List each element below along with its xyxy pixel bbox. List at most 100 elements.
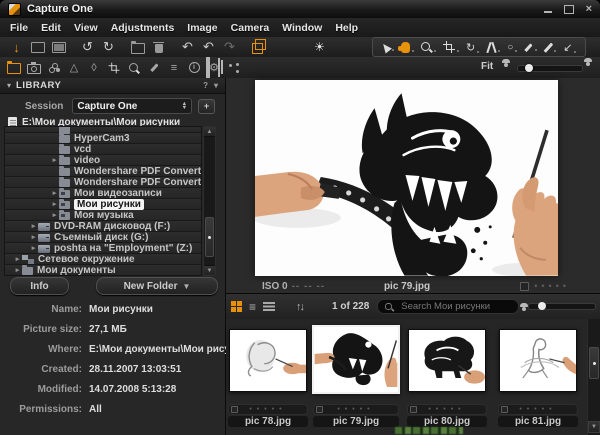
straighten-tool[interactable] [486, 42, 500, 53]
thumbnail-rating[interactable]: ••••• [407, 404, 487, 415]
main-image[interactable] [255, 80, 558, 276]
menu-adjustments[interactable]: Adjustments [111, 22, 175, 34]
tree-item[interactable]: ▸ Мои видеозаписи [5, 188, 201, 199]
rotate-ccw-icon[interactable]: ↺ [79, 39, 96, 55]
zoom-slider-knob[interactable] [525, 64, 533, 72]
search-box[interactable] [377, 299, 519, 314]
tree-scrollbar[interactable]: ▲ ▼ [203, 126, 216, 276]
tab-crop[interactable] [107, 62, 121, 74]
expand-arrow-icon[interactable]: ▸ [50, 189, 59, 197]
thumbnail-cell-selected[interactable]: ••••• pic 79.jpg [312, 319, 400, 435]
menu-window[interactable]: Window [282, 22, 322, 34]
thumbnail-cell[interactable]: ••••• pic 80.jpg [406, 319, 488, 435]
scroll-up-icon[interactable]: ▲ [204, 127, 215, 137]
tab-focus[interactable] [127, 62, 141, 74]
rotate-tool[interactable]: ↻ [466, 41, 479, 54]
tree-item[interactable]: ▸ DVD-RAM дисковод (F:) [5, 221, 201, 232]
tree-item[interactable]: ▸ Съемный диск (G:) [5, 232, 201, 243]
scroll-down-icon[interactable]: ▼ [204, 265, 215, 275]
expand-arrow-icon[interactable]: ▸ [13, 266, 22, 274]
zoom-loupe-tool[interactable] [421, 41, 436, 53]
thumbnail-rating[interactable]: ••••• [498, 404, 578, 415]
expand-arrow-icon[interactable]: ▸ [50, 200, 59, 208]
fit-zoom-label[interactable]: Fit [481, 61, 493, 72]
search-input[interactable] [399, 300, 512, 313]
tree-item[interactable]: ▸ HyperCam3 [5, 133, 201, 144]
tree-item[interactable]: ▸ poshta на "Employment" (Z:) [5, 243, 201, 254]
thumb-slider-knob[interactable] [538, 302, 546, 310]
ellipse-tool[interactable]: ○ [507, 42, 517, 53]
tab-exposure[interactable]: △ [67, 61, 81, 74]
thumbnail-image[interactable] [229, 329, 307, 392]
redo-icon[interactable]: ↷ [221, 39, 238, 55]
resize-arrow-tool[interactable]: ↙ [563, 41, 576, 54]
tab-details[interactable]: ≡ [167, 62, 181, 74]
menu-file[interactable]: File [10, 22, 28, 34]
browser-grid-icon[interactable] [231, 301, 242, 312]
thumbnail-filename[interactable]: pic 81.jpg [498, 416, 578, 427]
collapse-caret-icon[interactable]: ▾ [7, 81, 11, 90]
tree-scrollbar-thumb[interactable] [205, 217, 214, 257]
trash-icon[interactable] [150, 39, 167, 55]
tab-lens[interactable]: ◊ [87, 62, 101, 74]
thumbnail-rating[interactable]: ••••• [313, 404, 399, 415]
pan-hand-tool[interactable] [401, 42, 414, 53]
thumbnail-filename[interactable]: pic 80.jpg [407, 416, 487, 427]
menu-help[interactable]: Help [335, 22, 358, 34]
expand-arrow-icon[interactable]: ▸ [50, 156, 59, 164]
minimize-button[interactable] [544, 11, 552, 13]
session-stepper-icon[interactable]: ▲▼ [182, 102, 187, 111]
tab-capture[interactable] [27, 62, 41, 74]
tab-output[interactable] [227, 63, 241, 73]
crop-tool[interactable] [443, 41, 459, 53]
tree-item[interactable]: ▸ Сетевое окружение [5, 254, 201, 265]
new-folder-button[interactable]: New Folder ▼ [96, 277, 218, 295]
panel-menu-caret-icon[interactable]: ▾ [214, 81, 218, 90]
menu-view[interactable]: View [74, 22, 98, 34]
browser-filmstrip-icon[interactable] [263, 302, 275, 311]
auto-adjust-icon[interactable]: ☀ [311, 39, 328, 55]
undo-icon[interactable]: ↶ [179, 39, 196, 55]
library-header[interactable]: ▾ LIBRARY ? ▾ [0, 78, 225, 94]
viewer-zoom-slider[interactable] [517, 65, 583, 72]
thumbnail-cell[interactable]: ••••• pic 81.jpg [497, 319, 579, 435]
expand-arrow-icon[interactable]: ▸ [29, 233, 38, 241]
title-bar[interactable]: Capture One × [0, 0, 600, 19]
eyedropper-tool[interactable] [524, 43, 537, 52]
tree-item[interactable]: ▸ vcd [5, 144, 201, 155]
close-button[interactable]: × [586, 4, 592, 14]
rotate-cw-icon[interactable]: ↻ [100, 39, 117, 55]
tree-item[interactable]: ▸ Мои документы [5, 265, 201, 276]
undo-alt-icon[interactable]: ↶ [200, 39, 217, 55]
thumbnail-filename[interactable]: pic 78.jpg [228, 416, 308, 427]
add-session-button[interactable]: + [198, 99, 215, 114]
thumbnail-image[interactable] [499, 329, 577, 392]
dual-monitor-icon[interactable] [29, 39, 46, 55]
rating-dots[interactable]: ••••• [534, 283, 570, 290]
output-folder-icon[interactable] [129, 39, 146, 55]
view-grid-icon[interactable] [190, 59, 198, 77]
sort-icon[interactable]: ↑↓ [296, 301, 303, 313]
thumbnail-filename[interactable]: pic 79.jpg [313, 416, 399, 427]
tree-item[interactable]: ▸ Wondershare PDF Converter [5, 166, 201, 177]
maximize-button[interactable] [564, 5, 574, 14]
expand-arrow-icon[interactable]: ▸ [13, 255, 22, 263]
view-framed-icon[interactable] [218, 59, 220, 77]
tab-color[interactable] [47, 63, 61, 73]
import-arrow-icon[interactable]: ↓ [8, 39, 25, 55]
menu-edit[interactable]: Edit [41, 22, 61, 34]
thumbnail-cell[interactable]: ••••• pic 78.jpg [227, 319, 309, 435]
thumbnail-image[interactable] [312, 325, 400, 394]
menu-camera[interactable]: Camera [231, 22, 270, 34]
filmstrip-scroll-down[interactable]: ▼ [588, 421, 600, 433]
expand-arrow-icon[interactable]: ▸ [50, 211, 59, 219]
expand-arrow-icon[interactable]: ▸ [29, 222, 38, 230]
tab-retouch[interactable] [147, 63, 161, 72]
tree-item[interactable]: ▸ video [5, 155, 201, 166]
expand-arrow-icon[interactable]: ▸ [29, 244, 38, 252]
monitor-proof-icon[interactable] [50, 39, 67, 55]
filmstrip-scrollbar[interactable]: ▼ [587, 319, 600, 435]
help-icon[interactable]: ? [203, 81, 208, 90]
tree-item[interactable]: ▸ Моя музыка [5, 210, 201, 221]
thumb-size-slider[interactable] [528, 303, 596, 310]
